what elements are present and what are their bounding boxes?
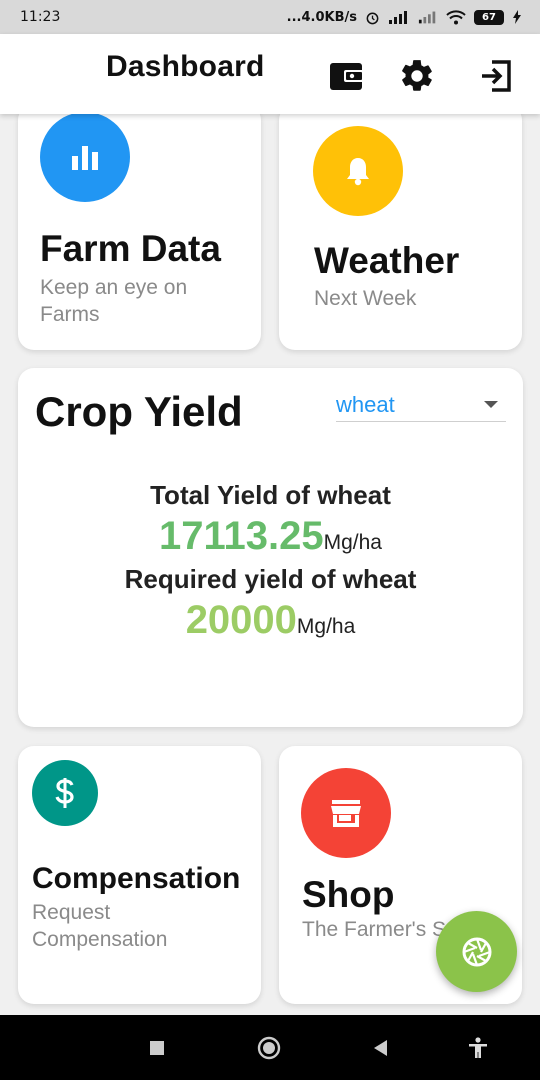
total-yield-line: 17113.25 Mg/ha — [18, 514, 523, 559]
settings-button[interactable] — [397, 56, 437, 96]
app-bar: Dashboard — [0, 34, 540, 114]
wifi-icon — [446, 9, 466, 25]
signal-icon — [388, 10, 410, 24]
recents-button[interactable] — [144, 1035, 170, 1061]
home-icon — [257, 1036, 281, 1060]
status-icons: ...4.0KB/s 67 — [286, 9, 522, 25]
weather-title: Weather — [314, 240, 460, 281]
compensation-icon-circle — [32, 760, 98, 826]
total-yield-label: Total Yield of wheat — [150, 480, 391, 510]
home-button[interactable] — [256, 1035, 282, 1061]
signal-2-icon — [418, 10, 438, 24]
crop-select-value: wheat — [336, 392, 395, 417]
accessibility-icon — [469, 1037, 487, 1058]
farm-data-title: Farm Data — [40, 228, 221, 269]
status-time: 11:23 — [20, 9, 61, 25]
status-bar: 11:23 ...4.0KB/s 67 — [0, 0, 540, 34]
weather-icon-circle — [313, 126, 403, 216]
camera-aperture-icon — [462, 937, 491, 966]
farm-data-card[interactable]: Farm Data Keep an eye on Farms — [18, 104, 261, 350]
crop-select[interactable]: wheat — [336, 390, 506, 422]
total-yield-unit: Mg/ha — [323, 531, 382, 554]
bar-chart-icon — [72, 146, 98, 170]
compensation-title: Compensation — [32, 862, 241, 895]
farm-data-icon-circle — [40, 112, 130, 202]
battery-icon: 67 — [474, 9, 504, 25]
accessibility-button[interactable] — [465, 1035, 491, 1061]
required-yield-label: Required yield of wheat — [124, 564, 417, 594]
weather-subtitle: Next Week — [314, 287, 417, 310]
navigation-bar — [0, 1015, 540, 1080]
shop-subtitle: The Farmer's S — [302, 918, 447, 941]
camera-fab-button[interactable] — [436, 911, 517, 992]
wallet-icon — [330, 63, 364, 90]
required-yield-line: 20000 Mg/ha — [18, 598, 523, 643]
weather-card[interactable]: Weather Next Week — [279, 104, 522, 350]
logout-icon — [482, 60, 511, 92]
shop-icon-circle — [301, 768, 391, 858]
crop-yield-card: Crop Yield wheat Total Yield of wheat 17… — [18, 368, 523, 727]
back-icon — [374, 1040, 387, 1056]
total-yield-value: 17113.25 — [158, 514, 324, 558]
compensation-subtitle: Request Compensation — [32, 901, 168, 951]
compensation-card[interactable]: Compensation Request Compensation — [18, 746, 261, 1004]
bell-icon — [347, 158, 369, 186]
wallet-button[interactable] — [326, 56, 366, 96]
charging-icon — [512, 10, 522, 24]
store-icon — [331, 800, 361, 827]
farm-data-subtitle: Keep an eye on Farms — [40, 276, 188, 326]
chevron-down-icon — [484, 401, 498, 408]
crop-yield-title: Crop Yield — [35, 388, 243, 435]
required-yield-unit: Mg/ha — [296, 615, 356, 638]
dollar-icon — [55, 778, 74, 808]
required-yield-value: 20000 — [185, 598, 297, 642]
gear-icon — [402, 60, 432, 91]
network-speed: ...4.0KB/s — [286, 9, 357, 25]
alarm-icon — [365, 10, 380, 25]
page-title: Dashboard — [106, 50, 265, 83]
recents-icon — [150, 1041, 164, 1055]
back-button[interactable] — [367, 1035, 393, 1061]
shop-title: Shop — [302, 874, 395, 915]
logout-button[interactable] — [476, 56, 516, 96]
